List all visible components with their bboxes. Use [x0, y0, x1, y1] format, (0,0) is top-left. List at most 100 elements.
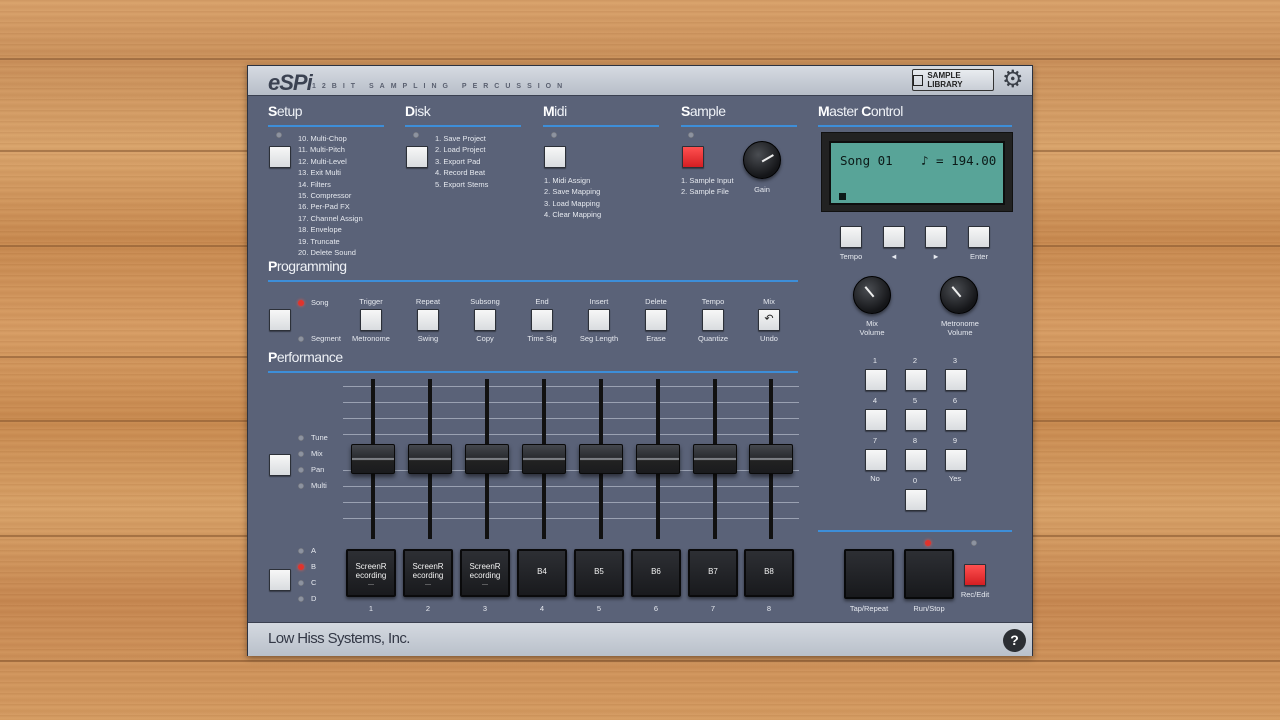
key-yes-label: Yes	[948, 474, 962, 483]
bank-d-led	[298, 596, 304, 602]
fader-gridline	[343, 386, 799, 387]
fader-gridline	[343, 518, 799, 519]
mix-volume-knob[interactable]	[853, 276, 891, 314]
pad-8-number: 8	[766, 604, 772, 613]
fader-1[interactable]	[351, 444, 395, 474]
fader-2[interactable]	[408, 444, 452, 474]
right-arrow-button[interactable]	[925, 226, 947, 248]
key-8-button[interactable]	[905, 449, 927, 471]
key-3-button[interactable]	[945, 369, 967, 391]
subsong-copy-button[interactable]	[474, 309, 496, 331]
pad-2[interactable]: ScreenR ecording —	[403, 549, 453, 597]
disk-rule	[405, 125, 521, 127]
tempo-label: Tempo	[839, 252, 863, 261]
gain-label: Gain	[754, 185, 770, 194]
fader-5[interactable]	[579, 444, 623, 474]
rec-edit-button[interactable]	[964, 564, 986, 586]
performance-title: Performance	[268, 349, 343, 365]
bank-c-led	[298, 580, 304, 586]
mix-led	[298, 451, 304, 457]
performance-rule	[268, 371, 798, 373]
fader-gridline	[343, 418, 799, 419]
key-0-button[interactable]	[905, 489, 927, 511]
rec-led	[971, 540, 977, 546]
delete-label: Delete	[645, 297, 667, 306]
sample-library-label: SAMPLE LIBRARY	[927, 71, 963, 89]
tune-led	[298, 435, 304, 441]
mix-prog-label: Mix	[763, 297, 775, 306]
footer-bar: Low Hiss Systems, Inc. ?	[248, 622, 1032, 656]
fader-8[interactable]	[749, 444, 793, 474]
pad-3[interactable]: ScreenR ecording —	[460, 549, 510, 597]
pad-7[interactable]: B7	[688, 549, 738, 597]
programming-rule	[268, 280, 798, 282]
trigger-metronome-button[interactable]	[360, 309, 382, 331]
pad-5-number: 5	[596, 604, 602, 613]
key-7-button[interactable]	[865, 449, 887, 471]
fader-4[interactable]	[522, 444, 566, 474]
multi-label: Multi	[311, 481, 327, 490]
key-5-button[interactable]	[905, 409, 927, 431]
key-9-button[interactable]	[945, 449, 967, 471]
key-1-button[interactable]	[865, 369, 887, 391]
tap-repeat-label: Tap/Repeat	[849, 604, 889, 613]
end-timesig-button[interactable]	[531, 309, 553, 331]
song-label: Song	[311, 298, 329, 307]
help-icon[interactable]: ?	[1003, 629, 1026, 652]
pad-6[interactable]: B6	[631, 549, 681, 597]
tempo-prog-label: Tempo	[701, 297, 725, 306]
mix-volume-label: Mix Volume	[859, 319, 885, 337]
setup-rule	[268, 125, 384, 127]
fader-6[interactable]	[636, 444, 680, 474]
right-arrow-label: ►	[932, 252, 940, 261]
performance-mode-button[interactable]	[269, 454, 291, 476]
sample-library-button[interactable]: SAMPLE LIBRARY	[912, 69, 994, 91]
left-arrow-button[interactable]	[883, 226, 905, 248]
song-led	[298, 300, 304, 306]
fader-3[interactable]	[465, 444, 509, 474]
run-led	[925, 540, 931, 546]
key-1-label: 1	[872, 356, 878, 365]
disk-led	[413, 132, 419, 138]
sample-menu-list: 1. Sample Input 2. Sample File	[681, 176, 734, 197]
pad-1-number: 1	[368, 604, 374, 613]
pad-8[interactable]: B8	[744, 549, 794, 597]
tune-label: Tune	[311, 433, 328, 442]
fader-gridline	[343, 502, 799, 503]
setup-button[interactable]	[269, 146, 291, 168]
setup-led	[276, 132, 282, 138]
gear-icon[interactable]: ⚙	[1002, 68, 1024, 92]
logo-subtitle: 12BIT SAMPLING PERCUSSION	[312, 83, 569, 90]
transport-rule	[818, 530, 1012, 532]
end-label: End	[535, 297, 549, 306]
midi-button[interactable]	[544, 146, 566, 168]
sample-record-button[interactable]	[682, 146, 704, 168]
enter-button[interactable]	[968, 226, 990, 248]
erase-label: Erase	[646, 334, 666, 343]
gain-knob[interactable]	[743, 141, 781, 179]
key-2-button[interactable]	[905, 369, 927, 391]
metronome-volume-knob[interactable]	[940, 276, 978, 314]
pad-5[interactable]: B5	[574, 549, 624, 597]
mix-undo-button[interactable]: ↶	[758, 309, 780, 331]
run-stop-button[interactable]	[904, 549, 954, 599]
tempo-quantize-button[interactable]	[702, 309, 724, 331]
key-4-button[interactable]	[865, 409, 887, 431]
pad-1[interactable]: ScreenR ecording —	[346, 549, 396, 597]
tempo-button[interactable]	[840, 226, 862, 248]
insert-seglength-button[interactable]	[588, 309, 610, 331]
fader-7[interactable]	[693, 444, 737, 474]
pad-4[interactable]: B4	[517, 549, 567, 597]
bank-b-led	[298, 564, 304, 570]
key-2-label: 2	[912, 356, 918, 365]
seg-length-label: Seg Length	[579, 334, 619, 343]
copy-label: Copy	[476, 334, 494, 343]
logo: eSPi	[268, 70, 313, 95]
delete-erase-button[interactable]	[645, 309, 667, 331]
key-6-button[interactable]	[945, 409, 967, 431]
disk-button[interactable]	[406, 146, 428, 168]
repeat-swing-button[interactable]	[417, 309, 439, 331]
programming-button[interactable]	[269, 309, 291, 331]
bank-button[interactable]	[269, 569, 291, 591]
tap-repeat-button[interactable]	[844, 549, 894, 599]
